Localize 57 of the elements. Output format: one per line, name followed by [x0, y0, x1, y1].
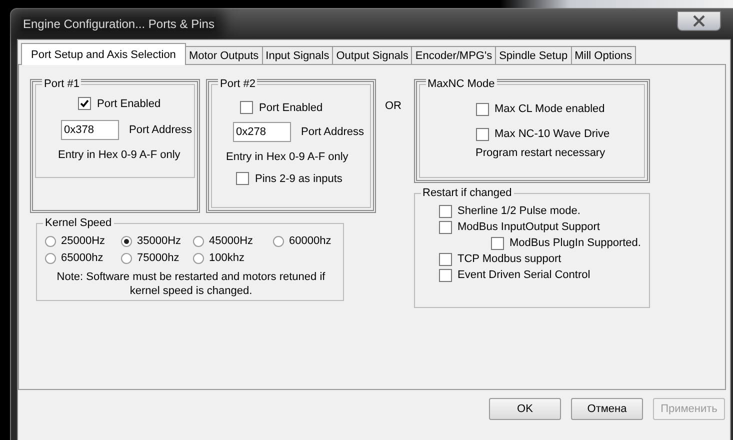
radio-option[interactable]: 100khz: [193, 252, 273, 264]
hint-text: Entry in Hex 0-9 A-F only: [58, 149, 182, 161]
checkbox-box[interactable]: [490, 236, 504, 250]
radio-option[interactable]: 65000hz: [45, 252, 121, 264]
dialog-button[interactable]: OK: [489, 398, 561, 420]
note-text: Program restart necessary: [476, 147, 606, 159]
group-title: Kernel Speed: [43, 216, 114, 230]
checkbox[interactable]: Max NC-10 Wave Drive: [476, 123, 638, 145]
tab[interactable]: Port Setup and Axis Selection: [21, 43, 186, 65]
tab[interactable]: Mill Options: [570, 46, 636, 65]
radio-button[interactable]: [193, 252, 204, 264]
tab[interactable]: Motor Outputs: [184, 46, 263, 65]
hint-text: Entry in Hex 0-9 A-F only: [226, 151, 350, 163]
tab[interactable]: Encoder/MPG's: [411, 46, 496, 65]
checkbox-box[interactable]: [438, 204, 452, 218]
checkbox[interactable]: ModBus InputOutput Support: [438, 219, 600, 235]
checkbox-box[interactable]: [476, 128, 488, 140]
window-title: Engine Configuration... Ports & Pins: [21, 17, 216, 31]
close-icon: [692, 15, 706, 27]
radio-button[interactable]: [273, 236, 284, 246]
note-text: Note: Software must be restarted and motors retuned if kernel speed is changed.: [56, 270, 326, 298]
radio-option[interactable]: 25000Hz: [45, 235, 121, 247]
checkbox[interactable]: TCP Modbus support: [438, 251, 562, 267]
field-label: Port Address: [129, 124, 192, 136]
checkbox-box[interactable]: [240, 101, 253, 114]
radio-option[interactable]: 35000Hz: [121, 235, 193, 247]
checkbox-box[interactable]: [438, 252, 452, 266]
radio-option[interactable]: 75000hz: [121, 252, 193, 264]
tab[interactable]: Input Signals: [262, 46, 334, 65]
port-address-field[interactable]: 0x378: [61, 120, 119, 140]
field-label: Port Address: [301, 126, 364, 138]
tab[interactable]: Spindle Setup: [495, 46, 572, 65]
radio-option[interactable]: 45000Hz: [193, 235, 273, 247]
radio-button[interactable]: [45, 236, 56, 246]
checkbox-box[interactable]: [236, 172, 249, 185]
port-address-field[interactable]: 0x278: [233, 122, 291, 142]
radio-button[interactable]: [121, 252, 132, 264]
radio-option[interactable]: 60000hz: [273, 235, 337, 247]
checkbox[interactable]: Port Enabled: [240, 101, 364, 114]
checkbox[interactable]: Event Driven Serial Control: [438, 267, 590, 283]
checkbox[interactable]: Pins 2-9 as inputs: [236, 172, 364, 185]
checkbox[interactable]: Max CL Mode enabled: [476, 98, 638, 120]
checkbox-box[interactable]: [78, 97, 91, 110]
checkbox-box[interactable]: [438, 268, 452, 282]
group-title: Restart if changed: [420, 186, 514, 200]
radio-button[interactable]: [193, 236, 204, 246]
radio-button[interactable]: [121, 236, 132, 246]
dialog-button[interactable]: Отмена: [571, 398, 643, 420]
radio-button[interactable]: [45, 252, 56, 264]
close-button[interactable]: [677, 11, 721, 31]
tab[interactable]: Output Signals: [332, 46, 412, 65]
checkbox[interactable]: Port Enabled: [78, 97, 188, 110]
or-label: OR: [385, 100, 402, 112]
checkbox[interactable]: Sherline 1/2 Pulse mode.: [438, 203, 580, 219]
checkbox[interactable]: ModBus PlugIn Supported.: [490, 235, 641, 251]
checkbox-box[interactable]: [438, 220, 452, 234]
checkbox-box[interactable]: [476, 102, 488, 116]
